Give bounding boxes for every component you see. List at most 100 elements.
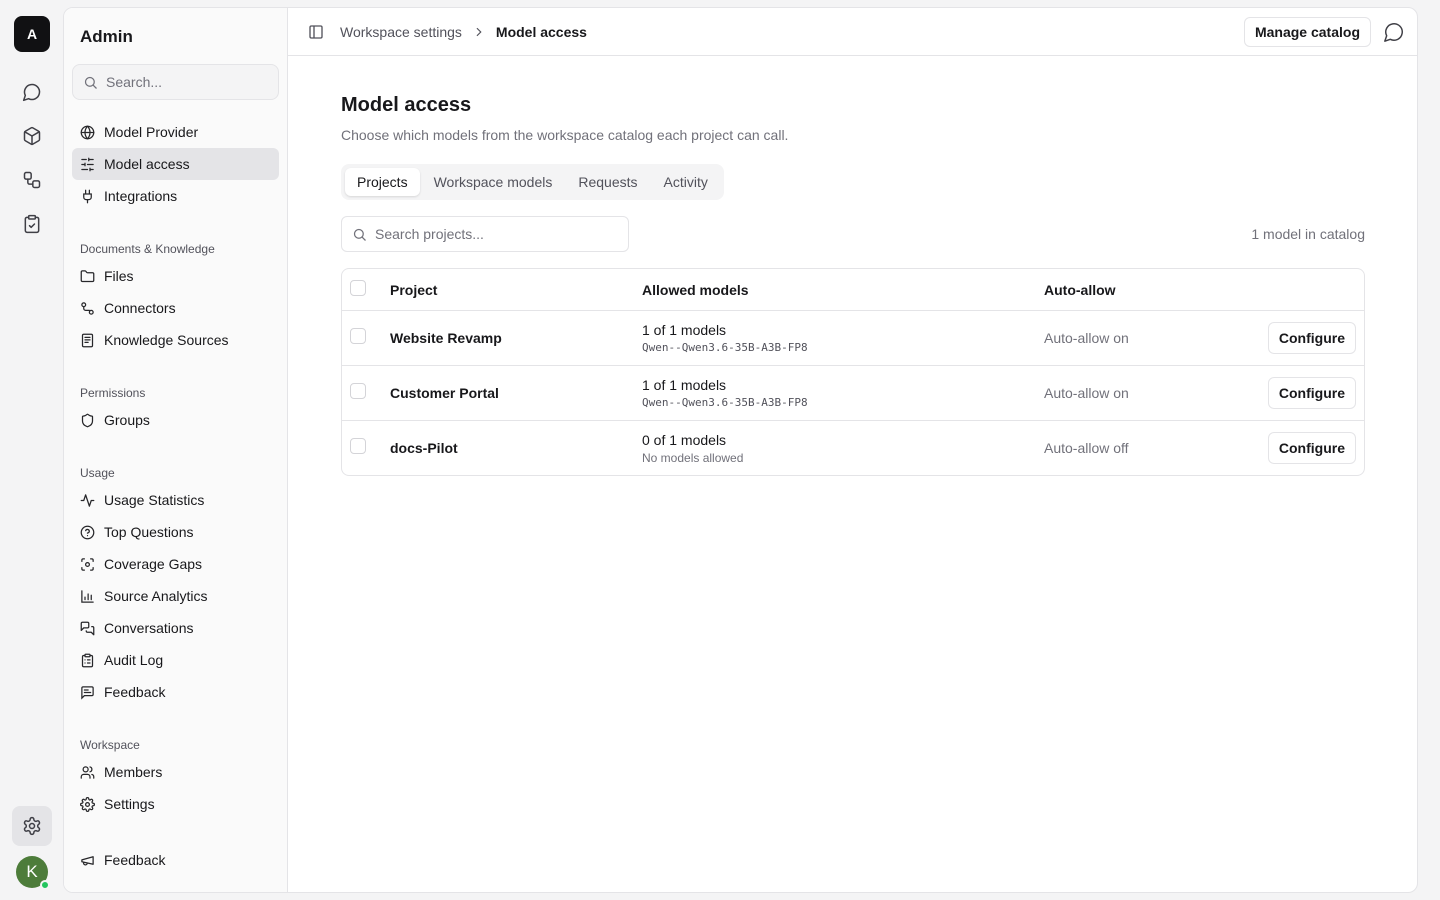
sidebar-item-label: Conversations <box>104 620 194 636</box>
scan-icon <box>81 557 94 571</box>
sidebar-item-integrations[interactable]: Integrations <box>72 180 279 212</box>
chat-nav-button[interactable] <box>12 72 52 112</box>
sidebar-item-coverage-gaps[interactable]: Coverage Gaps <box>72 548 279 580</box>
sidebar-search-placeholder: Search... <box>106 74 163 90</box>
sidebar-item-model-access[interactable]: Model access <box>72 148 279 180</box>
row-checkbox[interactable] <box>350 438 366 454</box>
page-subtitle: Choose which models from the workspace c… <box>341 127 789 143</box>
sidebar-item-feedback[interactable]: Feedback <box>72 676 279 708</box>
tasks-nav-button[interactable] <box>12 204 52 244</box>
auto-allow-status: Auto-allow off <box>1044 440 1129 456</box>
sidebar-item-label: Model Provider <box>104 124 199 140</box>
select-all-checkbox[interactable] <box>350 279 366 296</box>
project-name: Website Revamp <box>390 330 502 346</box>
sliders-icon <box>81 157 94 171</box>
message-square-text-icon <box>81 685 94 700</box>
sidebar-item-label: Connectors <box>104 300 176 316</box>
sidebar-nav: Model Provider Model access Integrations… <box>72 116 279 820</box>
models-count: 1 of 1 models <box>642 377 727 393</box>
sidebar-item-source-analytics[interactable]: Source Analytics <box>72 580 279 612</box>
page-content: Model access Choose which models from th… <box>288 56 1417 476</box>
allowed-models-cell: 1 of 1 models Qwen--Qwen3.6-35B-A3B-FP8 <box>642 377 1044 409</box>
sidebar-item-audit-log[interactable]: Audit Log <box>72 644 279 676</box>
configure-button[interactable]: Configure <box>1267 322 1356 354</box>
table-header-row: Project Allowed models Auto-allow <box>342 269 1364 310</box>
search-icon <box>353 228 366 241</box>
row-checkbox[interactable] <box>350 383 366 399</box>
breadcrumb-current: Model access <box>495 23 587 40</box>
top-bar: Workspace settings Model access Manage c… <box>288 8 1417 56</box>
sidebar-item-label: Integrations <box>104 188 178 204</box>
chat-bubble-icon[interactable] <box>1383 21 1405 43</box>
sidebar-item-members[interactable]: Members <box>72 756 279 788</box>
clipboard-icon <box>81 653 94 667</box>
column-header-auto-allow: Auto-allow <box>1044 281 1116 298</box>
box-icon <box>23 126 41 146</box>
messages-icon <box>80 621 95 635</box>
sidebar-item-usage-statistics[interactable]: Usage Statistics <box>72 484 279 516</box>
page-title: Model access <box>341 94 472 116</box>
sidebar-item-label: Knowledge Sources <box>104 332 229 348</box>
sidebar-footer-feedback[interactable]: Feedback <box>72 844 279 876</box>
sidebar-search-input[interactable]: Search... <box>72 64 279 100</box>
app-rail: A K <box>0 0 64 900</box>
table-row: docs-Pilot 0 of 1 models No models allow… <box>342 420 1364 475</box>
sidebar-toggle-icon[interactable] <box>308 24 324 40</box>
projects-table: Project Allowed models Auto-allow Websit… <box>341 268 1365 476</box>
tab-activity[interactable]: Activity <box>652 168 720 196</box>
users-icon <box>80 765 95 779</box>
book-icon <box>81 333 94 347</box>
breadcrumb-parent[interactable]: Workspace settings <box>340 24 462 40</box>
folder-icon <box>80 269 95 282</box>
manage-catalog-button[interactable]: Manage catalog <box>1243 16 1371 47</box>
sidebar-item-settings[interactable]: Settings <box>72 788 279 820</box>
tab-workspace-models[interactable]: Workspace models <box>422 168 565 196</box>
configure-button[interactable]: Configure <box>1267 432 1356 464</box>
app-frame: Admin Search... Model Provider Model acc… <box>63 7 1418 893</box>
models-detail: Qwen--Qwen3.6-35B-A3B-FP8 <box>642 341 808 354</box>
sidebar-item-knowledge-sources[interactable]: Knowledge Sources <box>72 324 279 356</box>
admin-sidebar: Admin Search... Model Provider Model acc… <box>64 8 288 892</box>
sidebar-title: Admin <box>80 27 133 46</box>
project-name: Customer Portal <box>390 385 499 401</box>
sidebar-footer: Feedback <box>72 844 279 876</box>
help-circle-icon <box>80 525 95 539</box>
tab-projects[interactable]: Projects <box>345 168 420 196</box>
settings-nav-button[interactable] <box>12 806 52 846</box>
user-avatar[interactable]: K <box>16 856 50 890</box>
row-checkbox[interactable] <box>350 328 366 344</box>
project-search-input[interactable]: Search projects... <box>341 216 629 252</box>
auto-allow-status: Auto-allow on <box>1044 385 1129 401</box>
chevron-right-icon <box>476 27 482 36</box>
sidebar-item-label: Source Analytics <box>104 588 208 604</box>
globe-icon <box>80 125 95 140</box>
configure-button[interactable]: Configure <box>1267 377 1356 409</box>
tab-requests[interactable]: Requests <box>566 168 649 196</box>
sidebar-item-label: Files <box>104 268 134 284</box>
sidebar-item-label: Groups <box>104 412 150 428</box>
sidebar-item-top-questions[interactable]: Top Questions <box>72 516 279 548</box>
models-nav-button[interactable] <box>12 116 52 156</box>
sidebar-footer-label: Feedback <box>104 852 166 868</box>
allowed-models-cell: 1 of 1 models Qwen--Qwen3.6-35B-A3B-FP8 <box>642 322 1044 354</box>
connectors-icon <box>81 301 94 315</box>
sidebar-item-files[interactable]: Files <box>72 260 279 292</box>
sidebar-group-workspace: Workspace <box>80 738 140 752</box>
message-circle-icon <box>22 83 41 102</box>
gear-icon <box>23 816 41 836</box>
sidebar-item-connectors[interactable]: Connectors <box>72 292 279 324</box>
sidebar-item-label: Members <box>104 764 163 780</box>
sidebar-item-model-provider[interactable]: Model Provider <box>72 116 279 148</box>
workflows-nav-button[interactable] <box>12 160 52 200</box>
megaphone-icon <box>81 855 94 865</box>
auto-allow-status: Auto-allow on <box>1044 330 1129 346</box>
models-count: 0 of 1 models <box>642 431 727 448</box>
sidebar-item-conversations[interactable]: Conversations <box>72 612 279 644</box>
column-header-project: Project <box>390 281 438 298</box>
sidebar-item-groups[interactable]: Groups <box>72 404 279 436</box>
workflow-icon <box>23 171 41 189</box>
sidebar-item-label: Model access <box>104 156 190 172</box>
sidebar-group-usage: Usage <box>80 466 115 480</box>
gear-icon <box>80 796 95 812</box>
workspace-logo[interactable]: A <box>14 16 50 52</box>
